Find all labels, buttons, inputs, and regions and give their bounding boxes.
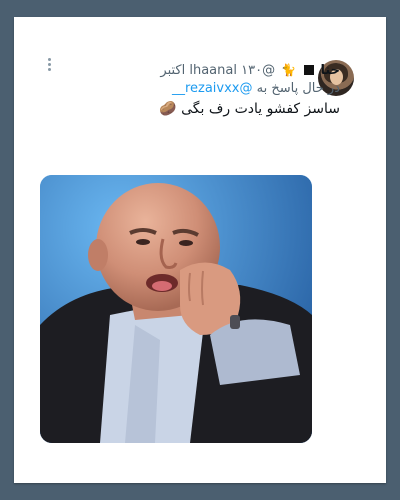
display-name[interactable]: حنا xyxy=(320,63,340,78)
tweet-text-content: ساسز کفشو یادت رف بگی xyxy=(181,101,340,117)
more-vertical-icon[interactable] xyxy=(48,58,52,74)
replying-to: در حال پاسخ به @rezaivxx__ xyxy=(172,81,340,97)
replying-prefix: در حال پاسخ به xyxy=(256,81,340,96)
tweet-text: ساسز کفشو یادت رف بگی 🥔 xyxy=(159,100,340,118)
replying-mention[interactable]: @rezaivxx__ xyxy=(172,81,253,96)
black-square-emoji-icon xyxy=(304,65,315,75)
cat-emoji-icon: 🐈 xyxy=(281,63,297,77)
handle[interactable]: @lhaanal xyxy=(189,63,275,78)
tweet-media-image[interactable] xyxy=(40,175,312,443)
potato-emoji-icon: 🥔 xyxy=(159,101,177,117)
tweet-meta: حنا 🐈 @lhaanal ۱۳۰ اکتبر xyxy=(160,62,340,79)
